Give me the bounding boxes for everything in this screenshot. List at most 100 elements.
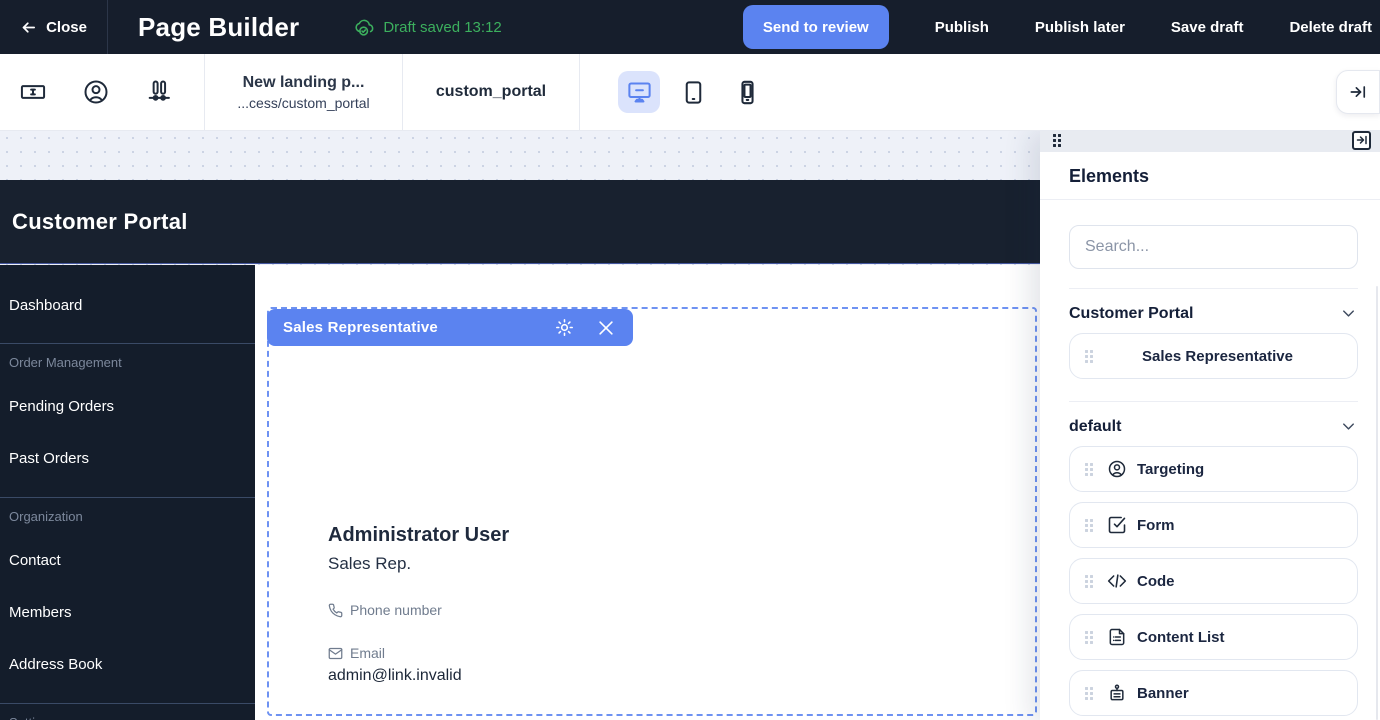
sales-rep-name: Administrator User [328, 524, 509, 547]
device-preview-group [618, 71, 768, 113]
content-list-icon [1107, 627, 1127, 647]
desktop-preview-button[interactable] [618, 71, 660, 113]
panel-collapse-button[interactable] [1352, 131, 1371, 150]
panel-divider [1069, 401, 1358, 402]
element-card-targeting[interactable]: Targeting [1069, 446, 1358, 492]
banner-badge-icon [1107, 683, 1127, 703]
element-card-code[interactable]: Code [1069, 558, 1358, 604]
section-title-customer-portal: Customer Portal [1069, 305, 1193, 323]
elements-panel: Elements Customer Portal Sales Represent… [1040, 128, 1380, 720]
element-settings-button[interactable] [552, 316, 576, 340]
builder-toolbar: New landing p... ...cess/custom_portal c… [0, 54, 1380, 131]
element-card-label: Content List [1137, 629, 1225, 646]
publish-later-button[interactable]: Publish later [1035, 19, 1125, 36]
settings-sliders-tool-button[interactable] [139, 72, 179, 112]
panel-divider [1069, 288, 1358, 289]
section-title-default: default [1069, 418, 1121, 436]
code-icon [1107, 571, 1127, 591]
chevron-down-icon [1339, 304, 1358, 323]
drag-handle-icon[interactable] [1085, 463, 1093, 476]
audience-tool-button[interactable] [76, 72, 116, 112]
input-field-icon [19, 78, 47, 106]
phone-preview-button[interactable] [726, 71, 768, 113]
element-card-banner[interactable]: Banner [1069, 670, 1358, 716]
close-label: Close [46, 19, 87, 36]
tool-icon-group [0, 54, 205, 130]
panel-body: Customer Portal Sales Representative def… [1040, 200, 1380, 716]
panel-scrollbar[interactable] [1376, 286, 1378, 720]
element-card-label: Targeting [1137, 461, 1204, 478]
desktop-icon [626, 79, 653, 106]
tablet-preview-button[interactable] [672, 71, 714, 113]
search-input[interactable] [1069, 225, 1358, 269]
collapse-right-small-icon [1356, 134, 1368, 146]
portal-header-title: Customer Portal [0, 209, 188, 235]
drag-handle-icon[interactable] [1085, 519, 1093, 532]
text-block-tool-button[interactable] [13, 72, 53, 112]
close-x-icon [596, 318, 616, 338]
sidebar-item-address-book[interactable]: Address Book [0, 638, 255, 690]
app-title: Page Builder [138, 12, 299, 43]
gear-icon [554, 317, 575, 338]
cloud-check-icon [354, 17, 375, 38]
phone-device-icon [734, 79, 761, 106]
sidebar-section-order-management: Order Management [0, 344, 255, 380]
element-card-label: Code [1137, 573, 1175, 590]
sidebar-item-pending-orders[interactable]: Pending Orders [0, 380, 255, 432]
person-circle-icon [82, 78, 110, 106]
tab-custom-portal[interactable]: custom_portal [403, 54, 580, 130]
tablet-icon [680, 79, 707, 106]
sidebar-section-organization: Organization [0, 498, 255, 534]
section-customer-portal[interactable]: Customer Portal [1069, 304, 1358, 323]
drag-handle-icon[interactable] [1085, 575, 1093, 588]
topbar-actions: Send to review Publish Publish later Sav… [743, 5, 1380, 49]
collapse-right-icon [1348, 82, 1368, 102]
sidebar-item-past-orders[interactable]: Past Orders [0, 432, 255, 484]
close-button[interactable]: Close [0, 0, 108, 54]
element-remove-button[interactable] [594, 316, 618, 340]
portal-sidebar: Dashboard Order Management Pending Order… [0, 265, 255, 720]
targeting-person-icon [1107, 459, 1127, 479]
element-card-label: Form [1137, 517, 1175, 534]
sidebar-section-settings: Settings [0, 704, 255, 720]
selected-element-sales-representative[interactable]: Sales Representative Administrator User … [267, 307, 1037, 716]
publish-button[interactable]: Publish [935, 19, 989, 36]
section-default[interactable]: default [1069, 417, 1358, 436]
draft-status-text: Draft saved 13:12 [383, 19, 501, 36]
email-label: Email [350, 645, 385, 661]
element-label-bar[interactable]: Sales Representative [267, 309, 633, 346]
draft-status: Draft saved 13:12 [354, 17, 501, 38]
element-card-label: Sales Representative [1093, 348, 1342, 365]
email-value: admin@link.invalid [328, 667, 509, 685]
back-arrow-icon [20, 19, 37, 36]
sidebar-item-members[interactable]: Members [0, 586, 255, 638]
element-card-content-list[interactable]: Content List [1069, 614, 1358, 660]
phone-icon [328, 603, 343, 618]
drag-handle-icon[interactable] [1085, 350, 1093, 363]
page-name: New landing p... [243, 74, 365, 92]
drag-handle-icon[interactable] [1085, 631, 1093, 644]
element-card-label: Banner [1137, 685, 1189, 702]
delete-draft-button[interactable]: Delete draft [1289, 19, 1372, 36]
chevron-down-icon [1339, 417, 1358, 436]
element-card-sales-representative[interactable]: Sales Representative [1069, 333, 1358, 379]
topbar: Close Page Builder Draft saved 13:12 Sen… [0, 0, 1380, 54]
save-draft-button[interactable]: Save draft [1171, 19, 1244, 36]
element-label-text: Sales Representative [283, 319, 552, 336]
panel-title: Elements [1069, 166, 1351, 187]
panel-grab-bar[interactable] [1040, 128, 1380, 152]
sales-rep-role: Sales Rep. [328, 554, 509, 574]
sales-rep-card: Administrator User Sales Rep. Phone numb… [328, 524, 509, 685]
drag-handle-icon[interactable] [1085, 687, 1093, 700]
page-path: ...cess/custom_portal [237, 95, 369, 111]
collapse-panel-button[interactable] [1336, 70, 1380, 114]
phone-label: Phone number [350, 602, 442, 618]
send-to-review-button[interactable]: Send to review [743, 5, 889, 49]
sidebar-item-dashboard[interactable]: Dashboard [0, 279, 255, 331]
form-check-square-icon [1107, 515, 1127, 535]
element-card-form[interactable]: Form [1069, 502, 1358, 548]
panel-drag-handle-icon[interactable] [1053, 134, 1061, 147]
sidebar-item-contact[interactable]: Contact [0, 534, 255, 586]
page-selector[interactable]: New landing p... ...cess/custom_portal [205, 54, 403, 130]
email-icon [328, 646, 343, 661]
